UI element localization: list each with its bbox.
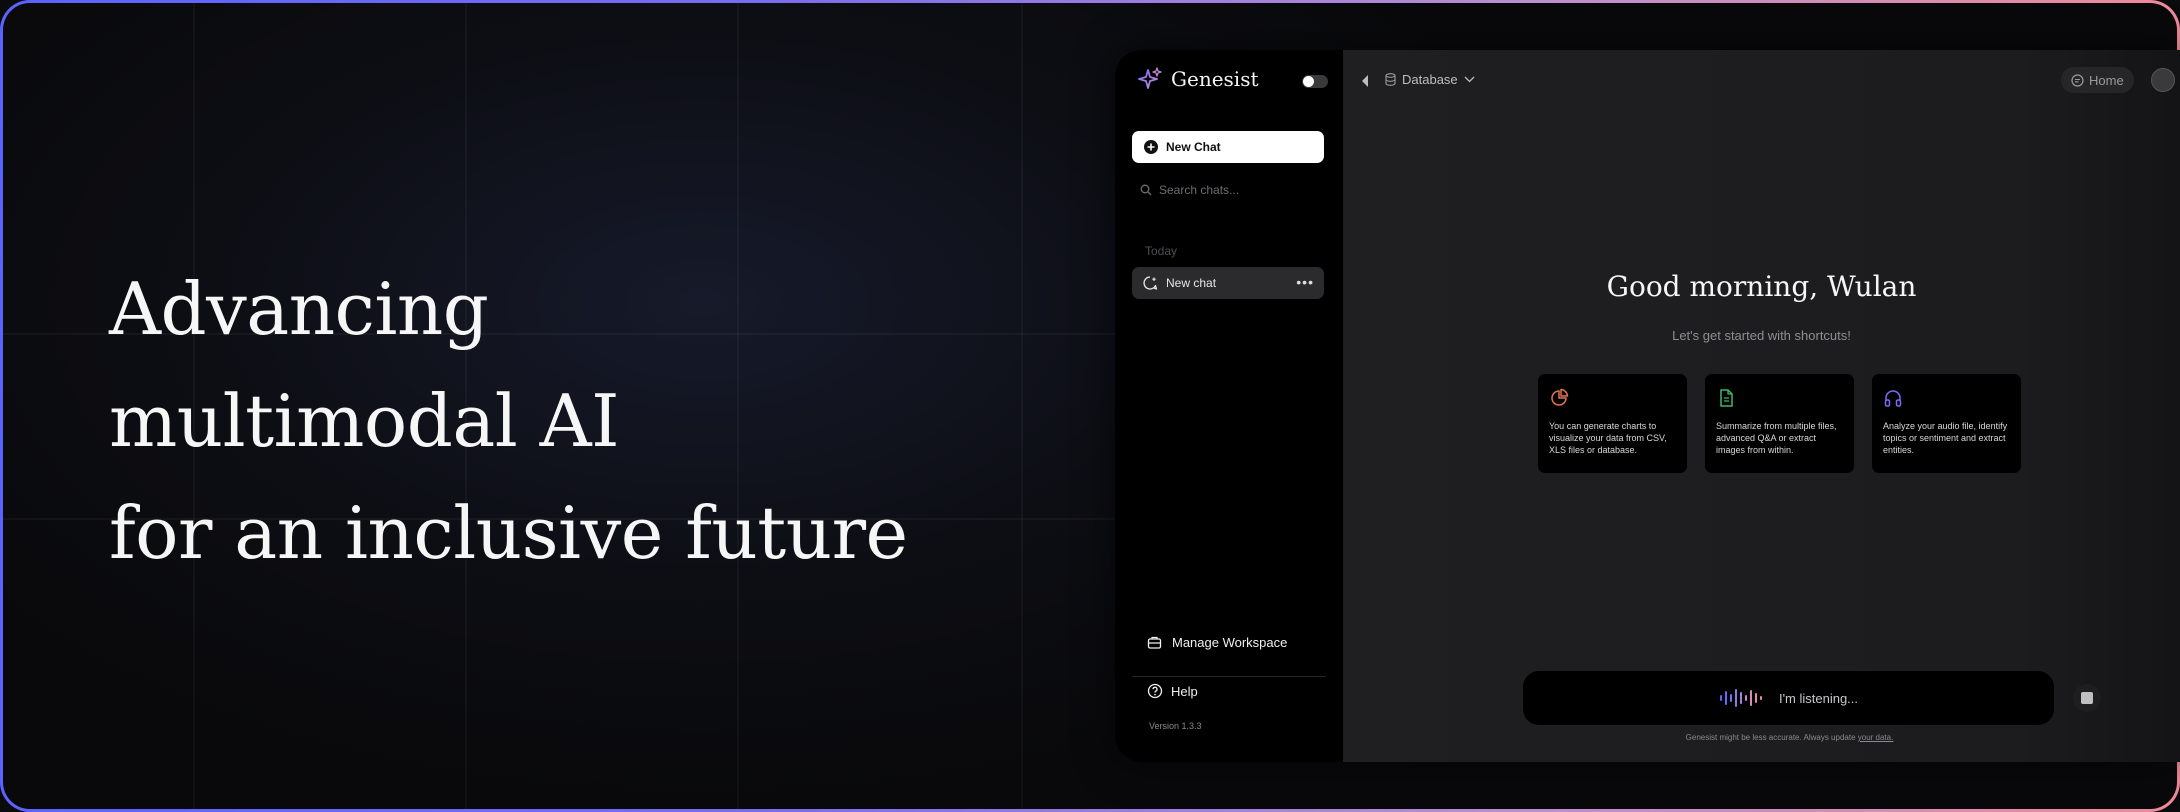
chat-title: New chat: [1166, 276, 1217, 290]
search-icon: [1140, 184, 1152, 196]
database-icon: [1385, 73, 1396, 86]
shortcut-card-audio[interactable]: Analyze your audio file, identify topics…: [1872, 374, 2021, 473]
help-button[interactable]: Help: [1147, 683, 1198, 699]
stop-button[interactable]: [2073, 684, 2101, 712]
version-text: Version 1.3.3: [1149, 721, 1202, 731]
grid-line: [1021, 3, 1023, 809]
help-label: Help: [1171, 683, 1198, 699]
new-chat-label: New Chat: [1166, 140, 1221, 154]
source-selector[interactable]: Database: [1385, 72, 1475, 87]
shortcut-card-charts[interactable]: You can generate charts to visualize you…: [1538, 374, 1687, 473]
hero-headline: Advancing multimodal AI for an inclusive…: [109, 253, 908, 589]
shortcut-card-text: Summarize from multiple files, advanced …: [1716, 421, 1837, 455]
user-avatar[interactable]: [2151, 68, 2175, 92]
hero-line: Advancing: [109, 267, 489, 351]
greeting-subtitle: Let's get started with shortcuts!: [1672, 328, 1851, 343]
main-panel: Database Home Good morning, Wulan Let's …: [1343, 50, 2180, 762]
new-chat-button[interactable]: New Chat: [1132, 131, 1324, 163]
collapse-sidebar-icon[interactable]: [1360, 74, 1370, 88]
topbar: Database Home: [1343, 50, 2180, 110]
sparkle-logo-icon: [1138, 67, 1162, 89]
source-selector-label: Database: [1402, 72, 1458, 87]
stop-icon: [2081, 692, 2093, 704]
app-window: Genesist New Chat Today: [1115, 50, 2180, 762]
brand-name: Genesist: [1171, 67, 1259, 91]
shortcut-card-text: You can generate charts to visualize you…: [1549, 421, 1667, 455]
disclaimer-text: Genesist might be less accurate. Always …: [1685, 733, 1858, 742]
shortcut-card-text: Analyze your audio file, identify topics…: [1883, 421, 2008, 455]
brand-logo[interactable]: Genesist: [1137, 66, 1259, 92]
search-chats[interactable]: [1132, 178, 1324, 202]
pie-chart-icon: [1551, 388, 1569, 406]
help-circle-icon: [1147, 683, 1163, 699]
hero-line: multimodal AI: [109, 379, 620, 463]
chevron-down-icon: [1464, 76, 1475, 83]
shortcut-card-documents[interactable]: Summarize from multiple files, advanced …: [1705, 374, 1854, 473]
voice-composer[interactable]: I'm listening...: [1523, 671, 2054, 725]
composer-status: I'm listening...: [1778, 690, 1859, 706]
more-options-icon[interactable]: •••: [1296, 274, 1314, 290]
search-input[interactable]: [1159, 183, 1309, 197]
hero-line: for an inclusive future: [109, 491, 908, 575]
your-data-link[interactable]: your data.: [1858, 733, 1894, 742]
disclaimer: Genesist might be less accurate. Always …: [1343, 733, 2180, 742]
greeting-title: Good morning, Wulan: [1606, 270, 1917, 303]
home-button[interactable]: Home: [2061, 67, 2134, 93]
chat-bubble-icon: [1143, 276, 1158, 290]
manage-workspace-label: Manage Workspace: [1172, 635, 1288, 650]
sidebar: Genesist New Chat Today: [1115, 50, 1343, 762]
sidebar-divider: [1132, 676, 1326, 677]
manage-workspace-button[interactable]: Manage Workspace: [1147, 635, 1287, 650]
home-chat-icon: [2071, 73, 2084, 87]
toggle-knob: [1303, 76, 1314, 87]
theme-toggle[interactable]: [1302, 75, 1328, 88]
document-icon: [1720, 389, 1733, 407]
plus-circle-icon: [1144, 140, 1158, 154]
section-label-today: Today: [1145, 244, 1178, 258]
home-label: Home: [2089, 72, 2124, 88]
banner-frame: Advancing multimodal AI for an inclusive…: [0, 0, 2180, 812]
audio-waveform-icon: [1719, 689, 1762, 707]
chat-list-item[interactable]: New chat •••: [1132, 267, 1324, 299]
headphones-icon: [1884, 390, 1902, 407]
shortcut-cards: You can generate charts to visualize you…: [1538, 374, 2021, 473]
briefcase-icon: [1147, 636, 1162, 649]
